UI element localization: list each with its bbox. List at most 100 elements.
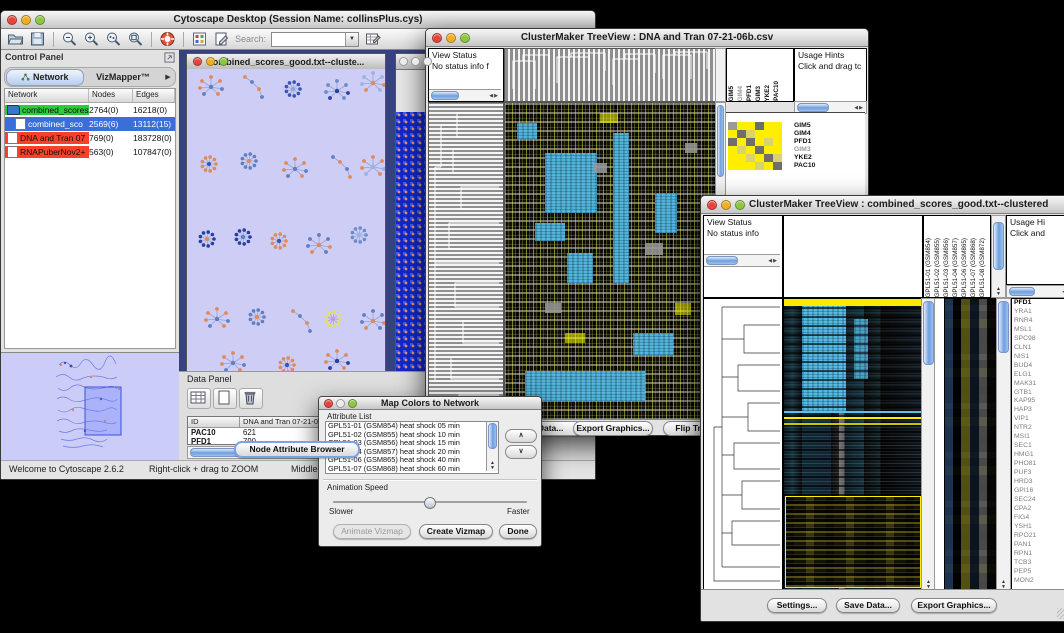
row-label[interactable]: GIM4	[794, 130, 815, 138]
gene-label[interactable]: RPN1	[1014, 550, 1064, 559]
treeview2-row-dendrogram[interactable]	[703, 298, 783, 591]
animation-speed-slider[interactable]	[333, 497, 527, 507]
row-label[interactable]: GIM5	[794, 122, 815, 130]
gene-label[interactable]: HRD3	[1014, 478, 1064, 487]
view-status-hscrollbar[interactable]: ◀▶	[704, 254, 780, 267]
gene-label[interactable]: VIP1	[1014, 415, 1064, 424]
gene-label[interactable]: TCB3	[1014, 559, 1064, 568]
gene-label[interactable]: ELG1	[1014, 371, 1064, 380]
row-label[interactable]: GIM3	[794, 146, 815, 154]
minimize-button[interactable]	[446, 33, 456, 43]
minimize-button[interactable]	[411, 57, 420, 66]
gene-label[interactable]: MON2	[1014, 577, 1064, 586]
column-label[interactable]: GPL51-08 (GSM872)	[978, 238, 987, 298]
column-label[interactable]: GPL51-06 (GSM865)	[960, 238, 969, 298]
gene-label[interactable]: BUD4	[1014, 362, 1064, 371]
done-button[interactable]: Done	[499, 524, 537, 539]
close-button[interactable]	[324, 399, 333, 408]
gene-label[interactable]: NTR2	[1014, 424, 1064, 433]
zoom-button[interactable]	[219, 57, 228, 66]
gene-label[interactable]: SPC98	[1014, 335, 1064, 344]
network-canvas[interactable]	[187, 69, 385, 371]
scrollbar-thumb[interactable]	[797, 103, 829, 112]
gene-label[interactable]: FIG4	[1014, 514, 1064, 523]
gene-label[interactable]: PAN1	[1014, 541, 1064, 550]
gene-label[interactable]: NIS1	[1014, 353, 1064, 362]
new-attribute-button[interactable]	[213, 388, 237, 409]
minimize-button[interactable]	[336, 399, 345, 408]
col-edges[interactable]: Edges	[133, 89, 175, 102]
scroll-arrows[interactable]: ◀▶	[768, 258, 780, 264]
settings-button[interactable]: Settings...	[767, 598, 827, 613]
column-label[interactable]: GPL51-04 (GSM857)	[951, 238, 960, 298]
search-input[interactable]: ▼	[271, 32, 359, 47]
row-label[interactable]: PAC10	[794, 162, 815, 170]
save-icon[interactable]	[29, 31, 46, 47]
gene-label[interactable]: SEC1	[1014, 442, 1064, 451]
view-status-hscrollbar[interactable]: ◀▶	[429, 89, 501, 101]
column-label[interactable]: GIM5	[727, 86, 736, 101]
similarity-mini-heatmap[interactable]	[728, 122, 782, 170]
float-panel-icon[interactable]	[164, 52, 175, 63]
row-label[interactable]: PFD1	[794, 138, 815, 146]
treeview2-top-vscrollbar[interactable]: ▲▼	[991, 215, 1006, 298]
scroll-arrows[interactable]: ◀▶	[489, 93, 501, 99]
close-button[interactable]	[193, 57, 202, 66]
tab-network[interactable]: Network	[6, 69, 84, 86]
gene-label[interactable]: YRA1	[1014, 308, 1064, 317]
vizmap-icon[interactable]	[191, 31, 208, 47]
open-file-icon[interactable]	[7, 31, 24, 47]
scrollbar-thumb[interactable]	[1009, 287, 1035, 296]
column-label[interactable]: GIM4	[736, 86, 745, 101]
close-button[interactable]	[432, 33, 442, 43]
gene-label[interactable]: MSI1	[1014, 433, 1064, 442]
minimize-button[interactable]	[21, 15, 31, 25]
gene-label[interactable]: PEP5	[1014, 568, 1064, 577]
network-row-combined-scores[interactable]: combined_scores 2764(0) 16218(0)	[5, 103, 175, 117]
treeview1-title-bar[interactable]: ClusterMaker TreeView : DNA and Tran 07-…	[426, 29, 868, 47]
gene-label[interactable]: RNR4	[1014, 317, 1064, 326]
export-graphics-button[interactable]: Export Graphics...	[911, 598, 997, 613]
tab-overflow-arrow[interactable]: ▶	[161, 73, 175, 81]
row-label[interactable]: YKE2	[794, 154, 815, 162]
scroll-arrows[interactable]: ◀▶	[854, 105, 866, 111]
network-row-selected[interactable]: combined_sco 2569(6) 13112(15)	[5, 117, 175, 131]
gene-label[interactable]: CLN1	[1014, 344, 1064, 353]
network-view-window[interactable]: combined_scores_good.txt--cluste...	[186, 53, 386, 371]
move-down-button[interactable]: ∨	[505, 445, 537, 459]
zoom-fit-icon[interactable]	[127, 31, 144, 47]
column-label[interactable]: GPL51-01 (GSM854)	[924, 238, 933, 298]
treeview2-heatmap[interactable]	[783, 298, 923, 591]
column-label[interactable]: GPL51-02 (GSM855)	[933, 238, 942, 298]
treeview1-row-dendrogram[interactable]	[428, 102, 504, 421]
move-up-button[interactable]: ∧	[505, 429, 537, 443]
treeview2-title-bar[interactable]: ClusterMaker TreeView : combined_scores_…	[701, 196, 1064, 214]
scrollbar-thumb[interactable]	[923, 301, 934, 365]
slider-thumb[interactable]	[424, 497, 436, 509]
heatmap-selection-box[interactable]	[785, 496, 921, 588]
zoom-out-icon[interactable]	[61, 31, 78, 47]
tab-vizmapper[interactable]: VizMapper™	[85, 70, 161, 85]
attribute-list-vscrollbar[interactable]: ▲▼	[486, 422, 498, 471]
animate-vizmap-button[interactable]: Animate Vizmap	[333, 524, 411, 539]
network-row-dna-tran[interactable]: DNA and Tran 07 769(0) 183728(0)	[5, 131, 175, 145]
zoom-button[interactable]	[35, 15, 45, 25]
delete-attribute-trash-icon[interactable]	[239, 388, 263, 409]
gene-label[interactable]: MSL1	[1014, 326, 1064, 335]
minimize-button[interactable]	[206, 57, 215, 66]
gene-label[interactable]: GTB1	[1014, 389, 1064, 398]
col-nodes[interactable]: Nodes	[89, 89, 133, 102]
gene-label[interactable]: HAP3	[1014, 406, 1064, 415]
zoom-button[interactable]	[423, 57, 432, 66]
column-label[interactable]: GPL51-03 (GSM856)	[942, 238, 951, 298]
zoom-button[interactable]	[735, 200, 745, 210]
gene-label[interactable]: CPA2	[1014, 505, 1064, 514]
zoom-selected-icon[interactable]	[105, 31, 122, 47]
network-overview-panel[interactable]	[1, 352, 179, 461]
minimize-button[interactable]	[721, 200, 731, 210]
column-label[interactable]: YKE2	[763, 85, 772, 101]
scrollbar-thumb[interactable]	[717, 105, 724, 177]
zoom-button[interactable]	[460, 33, 470, 43]
column-label[interactable]: PFD1	[745, 85, 754, 101]
gene-label[interactable]: GPI16	[1014, 487, 1064, 496]
